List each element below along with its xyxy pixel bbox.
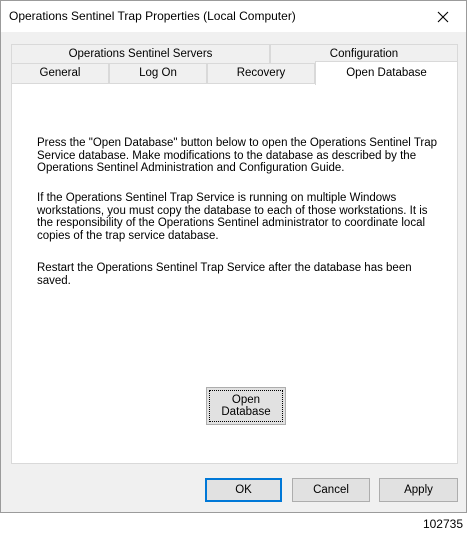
instruction-paragraph-3: Restart the Operations Sentinel Trap Ser… xyxy=(37,262,412,287)
window-title: Operations Sentinel Trap Properties (Loc… xyxy=(9,9,296,23)
figure-number: 102735 xyxy=(422,517,463,531)
tab-recovery[interactable]: Recovery xyxy=(207,63,315,83)
properties-dialog: Operations Sentinel Trap Properties (Loc… xyxy=(0,0,467,513)
tab-log-on[interactable]: Log On xyxy=(109,63,207,83)
open-database-button[interactable]: Open Database xyxy=(206,387,286,425)
tab-label: Recovery xyxy=(236,67,286,79)
tab-panel-open-database: Press the "Open Database" button below t… xyxy=(11,83,458,464)
ok-label: OK xyxy=(235,484,252,496)
apply-label: Apply xyxy=(404,484,433,496)
cancel-button[interactable]: Cancel xyxy=(292,478,370,502)
instruction-paragraph-1: Press the "Open Database" button below t… xyxy=(37,137,438,174)
title-bar: Operations Sentinel Trap Properties (Loc… xyxy=(1,1,466,32)
tab-label: Operations Sentinel Servers xyxy=(68,48,213,60)
tab-label: Open Database xyxy=(346,67,427,79)
focus-rect xyxy=(209,390,283,422)
ok-button[interactable]: OK xyxy=(205,478,282,502)
tab-label: General xyxy=(39,67,81,79)
apply-button[interactable]: Apply xyxy=(379,478,458,502)
close-button[interactable] xyxy=(420,1,466,32)
cancel-label: Cancel xyxy=(313,484,349,496)
tab-open-database[interactable]: Open Database xyxy=(315,61,458,85)
instruction-paragraph-2: If the Operations Sentinel Trap Service … xyxy=(37,192,428,242)
tab-general[interactable]: General xyxy=(11,63,109,83)
close-icon xyxy=(437,11,449,22)
tab-label: Log On xyxy=(139,67,177,79)
tab-label: Configuration xyxy=(329,48,399,60)
tab-operations-sentinel-servers[interactable]: Operations Sentinel Servers xyxy=(11,44,270,63)
